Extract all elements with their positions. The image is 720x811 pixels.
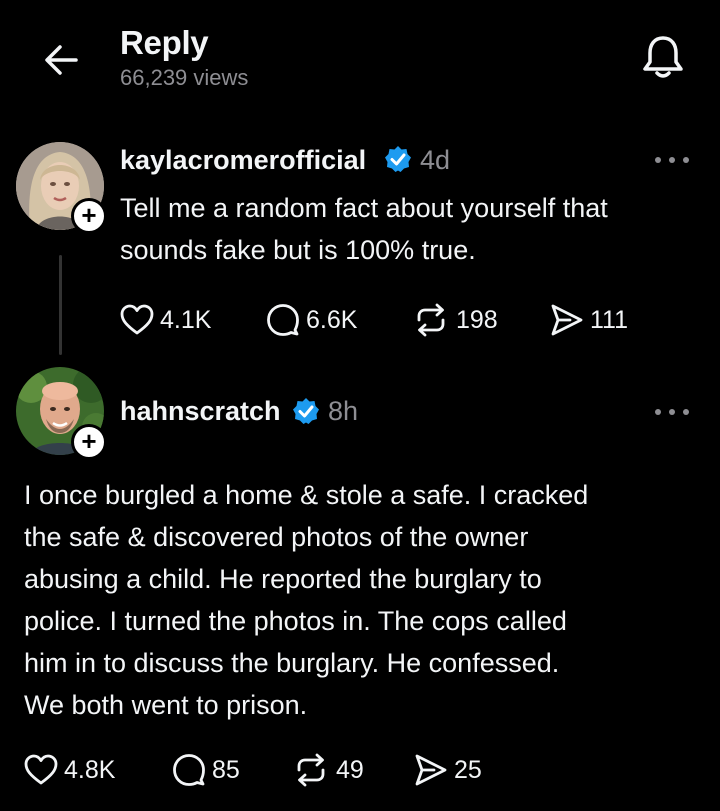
post-time: 4d xyxy=(420,145,451,175)
repost-button[interactable]: 198 xyxy=(412,300,498,340)
heart-icon xyxy=(120,304,154,335)
comment-button[interactable]: 6.6K xyxy=(266,300,357,340)
bell-icon[interactable] xyxy=(638,32,688,82)
share-count: 25 xyxy=(454,755,482,784)
repost-count: 198 xyxy=(456,305,498,334)
post-line: abusing a child. He reported the burglar… xyxy=(24,564,542,594)
comment-count: 85 xyxy=(212,755,240,784)
repost-icon xyxy=(297,753,325,787)
more-options-icon[interactable] xyxy=(652,402,692,422)
comment-button[interactable]: 85 xyxy=(172,750,240,790)
page-title: Reply xyxy=(120,24,209,61)
post-line: I once burgled a home & stole a safe. I … xyxy=(24,480,589,510)
comment-bubble-icon xyxy=(173,754,205,786)
comment-bubble-icon xyxy=(267,304,299,336)
repost-button[interactable]: 49 xyxy=(292,750,364,790)
repost-count: 49 xyxy=(336,755,364,784)
post-body: Tell me a random fact about yourself tha… xyxy=(120,187,608,271)
top-bar: Reply 66,239 views xyxy=(0,0,720,110)
follow-plus-button[interactable]: + xyxy=(71,424,107,460)
share-count: 111 xyxy=(590,305,629,334)
share-button[interactable]: 25 xyxy=(414,750,482,790)
post-time: 8h xyxy=(328,396,359,426)
heart-icon xyxy=(24,754,58,785)
username[interactable]: hahnscratch xyxy=(120,396,281,427)
send-icon xyxy=(551,304,583,336)
post-line: police. I turned the photos in. The cops… xyxy=(24,606,567,636)
arrow-left-icon[interactable] xyxy=(40,38,84,82)
comment-count: 6.6K xyxy=(306,305,358,334)
like-button[interactable]: 4.8K xyxy=(24,750,115,790)
post-line: We both went to prison. xyxy=(24,690,308,720)
post-body: I once burgled a home & stole a safe. I … xyxy=(24,474,588,726)
view-count: 66,239 views xyxy=(120,65,249,90)
repost-icon xyxy=(417,303,445,337)
username[interactable]: kaylacromerofficial xyxy=(120,145,366,176)
verified-badge-icon xyxy=(293,398,319,424)
thread-line xyxy=(59,255,62,355)
like-count: 4.8K xyxy=(64,755,116,784)
like-count: 4.1K xyxy=(160,305,212,334)
post-line: him in to discuss the burglary. He confe… xyxy=(24,648,560,678)
send-icon xyxy=(415,754,447,786)
post-line: Tell me a random fact about yourself tha… xyxy=(120,193,608,223)
post-line: the safe & discovered photos of the owne… xyxy=(24,522,529,552)
post-line: sounds fake but is 100% true. xyxy=(120,235,476,265)
like-button[interactable]: 4.1K xyxy=(120,300,211,340)
follow-plus-button[interactable]: + xyxy=(71,198,107,234)
verified-badge-icon xyxy=(385,146,411,172)
share-button[interactable]: 111 xyxy=(550,300,628,340)
more-options-icon[interactable] xyxy=(652,150,692,170)
